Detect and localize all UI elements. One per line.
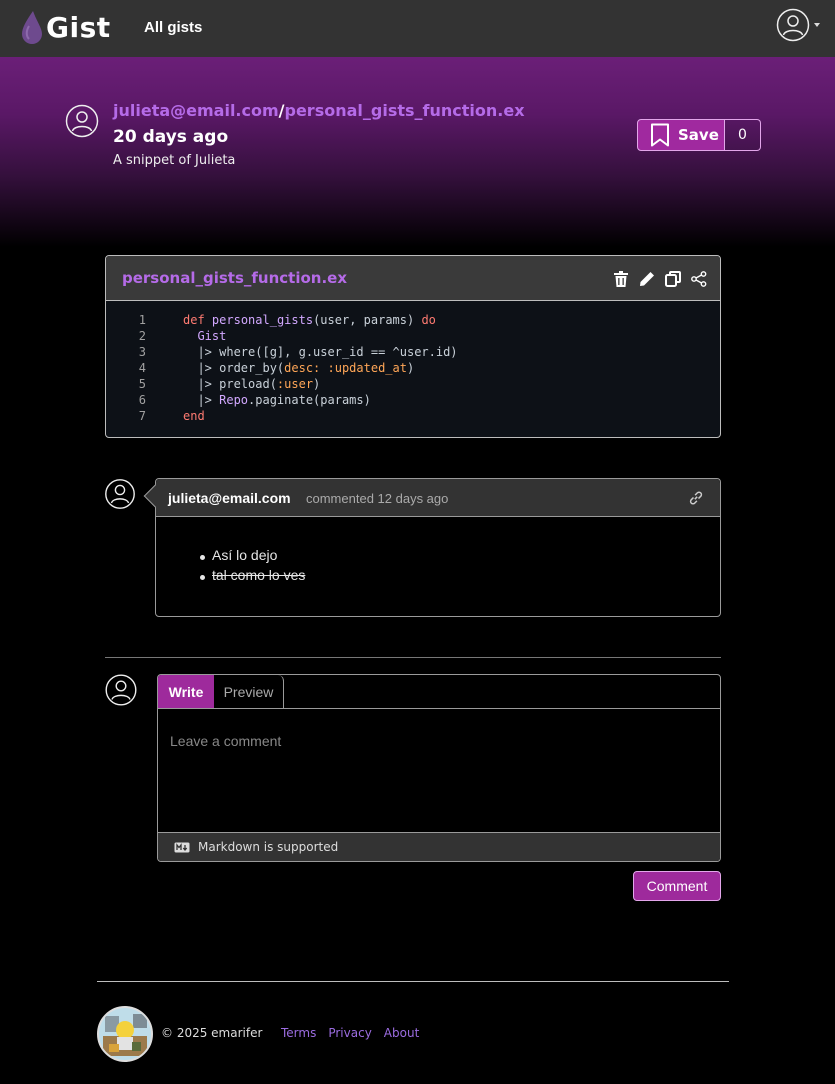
line-number: 6 (138, 393, 146, 407)
all-gists-link[interactable]: All gists (144, 19, 202, 36)
markdown-icon (174, 842, 190, 852)
link-icon[interactable] (688, 490, 704, 510)
line-number: 5 (138, 377, 146, 391)
comment-card: julieta@email.com commented 12 days ago … (143, 478, 721, 617)
comment-meta: commented 12 days ago (306, 491, 449, 506)
line-number: 7 (138, 409, 146, 423)
bookmark-icon (651, 123, 669, 147)
comment-form: Write Preview Leave a comment Markdown i… (157, 674, 721, 862)
code-text: |> Repo.paginate(params) (183, 393, 371, 407)
terms-link[interactable]: Terms (281, 1026, 316, 1040)
code-line: 4 |> order_by(desc: :updated_at) (106, 360, 720, 376)
about-link[interactable]: About (384, 1026, 419, 1040)
comment-header: julieta@email.com commented 12 days ago (143, 479, 720, 517)
droplet-icon (22, 11, 42, 44)
line-number: 4 (138, 361, 146, 375)
caret-down-icon (814, 23, 820, 27)
privacy-link[interactable]: Privacy (328, 1026, 371, 1040)
gist-title: julieta@email.com/personal_gists_functio… (113, 101, 525, 120)
list-item: tal como lo ves (199, 567, 305, 587)
current-user-avatar-icon (105, 674, 137, 706)
code-line: 6 |> Repo.paginate(params) (106, 392, 720, 408)
save-count: 0 (725, 119, 761, 151)
gist-header: julieta@email.com/personal_gists_functio… (0, 57, 835, 247)
code-line: 1 def personal_gists(user, params) do (106, 312, 720, 328)
markdown-bar: Markdown is supported (158, 832, 720, 861)
code-text: def personal_gists(user, params) do (183, 313, 436, 327)
divider (105, 657, 721, 658)
comment-body: Así lo dejo tal como lo ves (199, 547, 305, 587)
comment-submit-button[interactable]: Comment (633, 871, 721, 901)
save-label: Save (678, 126, 719, 144)
tab-preview[interactable]: Preview (214, 675, 284, 708)
pencil-icon[interactable] (638, 270, 656, 288)
gist-file-link[interactable]: personal_gists_function.ex (285, 101, 525, 120)
file-card: personal_gists_function.ex 1 def persona… (105, 255, 721, 438)
footer-links: Terms Privacy About (281, 1026, 419, 1040)
copyright: © 2025 emarifer (161, 1026, 263, 1040)
code-line: 2 Gist (106, 328, 720, 344)
footer-divider (97, 981, 729, 982)
line-number: 3 (138, 345, 146, 359)
code-text: |> preload(:user) (183, 377, 321, 391)
user-avatar-icon (776, 8, 810, 42)
mascot-icon (99, 1008, 151, 1060)
comment-pointer (143, 484, 167, 508)
gist-description: A snippet of Julieta (113, 153, 236, 168)
code-line: 3 |> where([g], g.user_id == ^user.id) (106, 344, 720, 360)
file-header: personal_gists_function.ex (106, 256, 720, 301)
line-number: 1 (138, 313, 146, 327)
save-button[interactable]: Save (637, 119, 725, 151)
trash-icon[interactable] (612, 270, 630, 288)
comment-textarea[interactable]: Leave a comment (158, 709, 720, 834)
code-text: |> where([g], g.user_id == ^user.id) (183, 345, 458, 359)
code-line: 5 |> preload(:user) (106, 376, 720, 392)
owner-link[interactable]: julieta@email.com (113, 101, 279, 120)
list-item: Así lo dejo (199, 547, 305, 567)
code-block[interactable]: 1 def personal_gists(user, params) do 2 … (106, 312, 720, 424)
copy-icon[interactable] (664, 270, 682, 288)
updated-time: 20 days ago (113, 127, 229, 147)
file-actions (612, 270, 708, 288)
brand-logo[interactable]: Gist (20, 10, 111, 44)
share-icon[interactable] (690, 270, 708, 288)
footer-logo (97, 1006, 153, 1062)
code-text: Gist (197, 329, 227, 343)
markdown-note: Markdown is supported (198, 840, 339, 854)
code-text: |> order_by(desc: :updated_at) (183, 361, 415, 375)
commenter-avatar-icon (105, 479, 135, 509)
code-line: 7 end (106, 408, 720, 424)
save-group: Save 0 (637, 119, 761, 151)
top-navbar: Gist All gists (0, 0, 835, 57)
user-menu[interactable] (776, 8, 820, 42)
comment-author[interactable]: julieta@email.com (168, 490, 291, 506)
brand-name: Gist (46, 10, 111, 44)
owner-avatar-icon (65, 104, 99, 138)
line-number: 2 (138, 329, 146, 343)
code-text: end (183, 409, 205, 423)
editor-tabs: Write Preview (158, 675, 720, 709)
tab-write[interactable]: Write (158, 675, 214, 708)
file-name[interactable]: personal_gists_function.ex (122, 269, 347, 287)
